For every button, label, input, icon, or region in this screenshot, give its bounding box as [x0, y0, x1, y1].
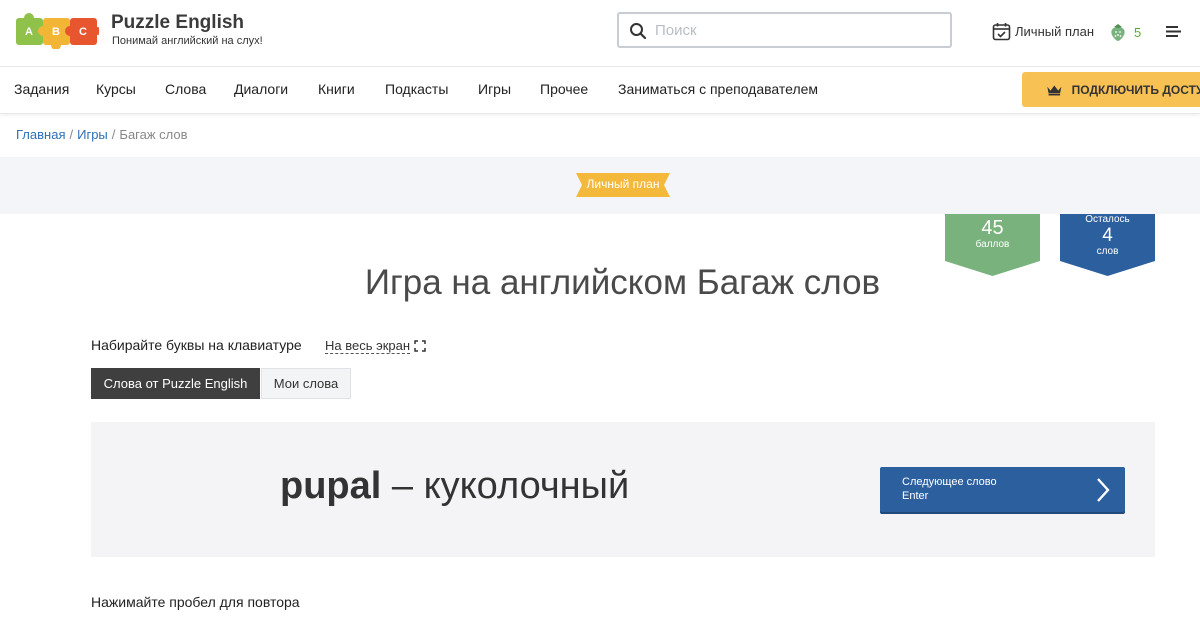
- personal-plan-label: Личный план: [1015, 24, 1094, 39]
- nav-item-courses[interactable]: Курсы: [96, 81, 136, 97]
- fullscreen-icon[interactable]: [414, 340, 426, 352]
- next-word-hint: Enter: [902, 490, 929, 502]
- personal-plan-ribbon[interactable]: Личный план: [576, 173, 670, 197]
- logo[interactable]: A B C: [15, 13, 101, 50]
- premium-access-button[interactable]: ПОДКЛЮЧИТЬ ДОСТУП: [1022, 72, 1200, 107]
- calendar-check-icon: [992, 23, 1011, 41]
- personal-plan-link[interactable]: Личный план: [992, 22, 1094, 41]
- search-icon[interactable]: [629, 22, 647, 40]
- search-box[interactable]: [617, 12, 952, 48]
- points-badge-value: 45: [981, 217, 1004, 239]
- word-display: pupal – куколочный: [280, 465, 629, 508]
- nav-item-dialogs[interactable]: Диалоги: [234, 81, 288, 97]
- nav-item-words[interactable]: Слова: [165, 81, 206, 97]
- page-title: Игра на английском Багаж слов: [364, 263, 881, 302]
- breadcrumb-games[interactable]: Игры: [77, 127, 108, 142]
- points-value: 5: [1134, 24, 1142, 40]
- typing-hint: Набирайте буквы на клавиатуре: [91, 337, 302, 353]
- breadcrumb: Главная / Игры / Багаж слов: [16, 127, 188, 142]
- remaining-label: слов: [1096, 246, 1119, 257]
- fullscreen-link[interactable]: На весь экран: [325, 338, 411, 354]
- search-input[interactable]: [655, 14, 935, 46]
- next-word-button[interactable]: Следующее слово Enter: [880, 467, 1125, 512]
- crown-icon: [1047, 85, 1062, 95]
- breadcrumb-separator: /: [69, 127, 74, 142]
- repeat-hint: Нажимайте пробел для повтора: [91, 594, 300, 610]
- tab-puzzle-english-words[interactable]: Слова от Puzzle English: [91, 368, 260, 399]
- logo-letter-b: B: [52, 26, 60, 38]
- english-word: pupal: [280, 465, 382, 507]
- nav-item-games[interactable]: Игры: [478, 81, 511, 97]
- main-nav: Задания Курсы Слова Диалоги Книги Подкас…: [0, 66, 1200, 114]
- logo-letter-c: C: [79, 26, 87, 38]
- breadcrumb-separator: /: [111, 127, 116, 142]
- menu-icon[interactable]: [1165, 25, 1182, 38]
- points-badge-label: баллов: [975, 239, 1010, 250]
- next-word-label: Следующее слово: [902, 476, 997, 488]
- word-dash: –: [381, 465, 424, 507]
- premium-access-label: ПОДКЛЮЧИТЬ ДОСТУП: [1071, 82, 1200, 97]
- logo-puzzle-icon: A B C: [16, 13, 101, 50]
- remaining-value: 4: [1102, 225, 1113, 246]
- nav-item-podcasts[interactable]: Подкасты: [385, 81, 448, 97]
- nav-item-tutor[interactable]: Заниматься с преподавателем: [618, 81, 818, 97]
- breadcrumb-current: Багаж слов: [119, 127, 188, 142]
- nav-item-tasks[interactable]: Задания: [14, 81, 69, 97]
- nav-item-other[interactable]: Прочее: [540, 81, 588, 97]
- tab-my-words[interactable]: Мои слова: [261, 368, 351, 399]
- strawberry-icon: [1111, 24, 1125, 41]
- chevron-right-icon: [1097, 478, 1110, 502]
- nav-item-books[interactable]: Книги: [318, 81, 355, 97]
- word-translation: куколочный: [423, 465, 630, 507]
- brand-name[interactable]: Puzzle English: [111, 12, 244, 34]
- logo-letter-a: A: [25, 26, 33, 38]
- brand-tagline: Понимай английский на слух!: [112, 35, 263, 47]
- points-counter[interactable]: 5: [1108, 22, 1141, 42]
- personal-plan-ribbon-label: Личный план: [586, 177, 660, 191]
- breadcrumb-home[interactable]: Главная: [16, 127, 65, 142]
